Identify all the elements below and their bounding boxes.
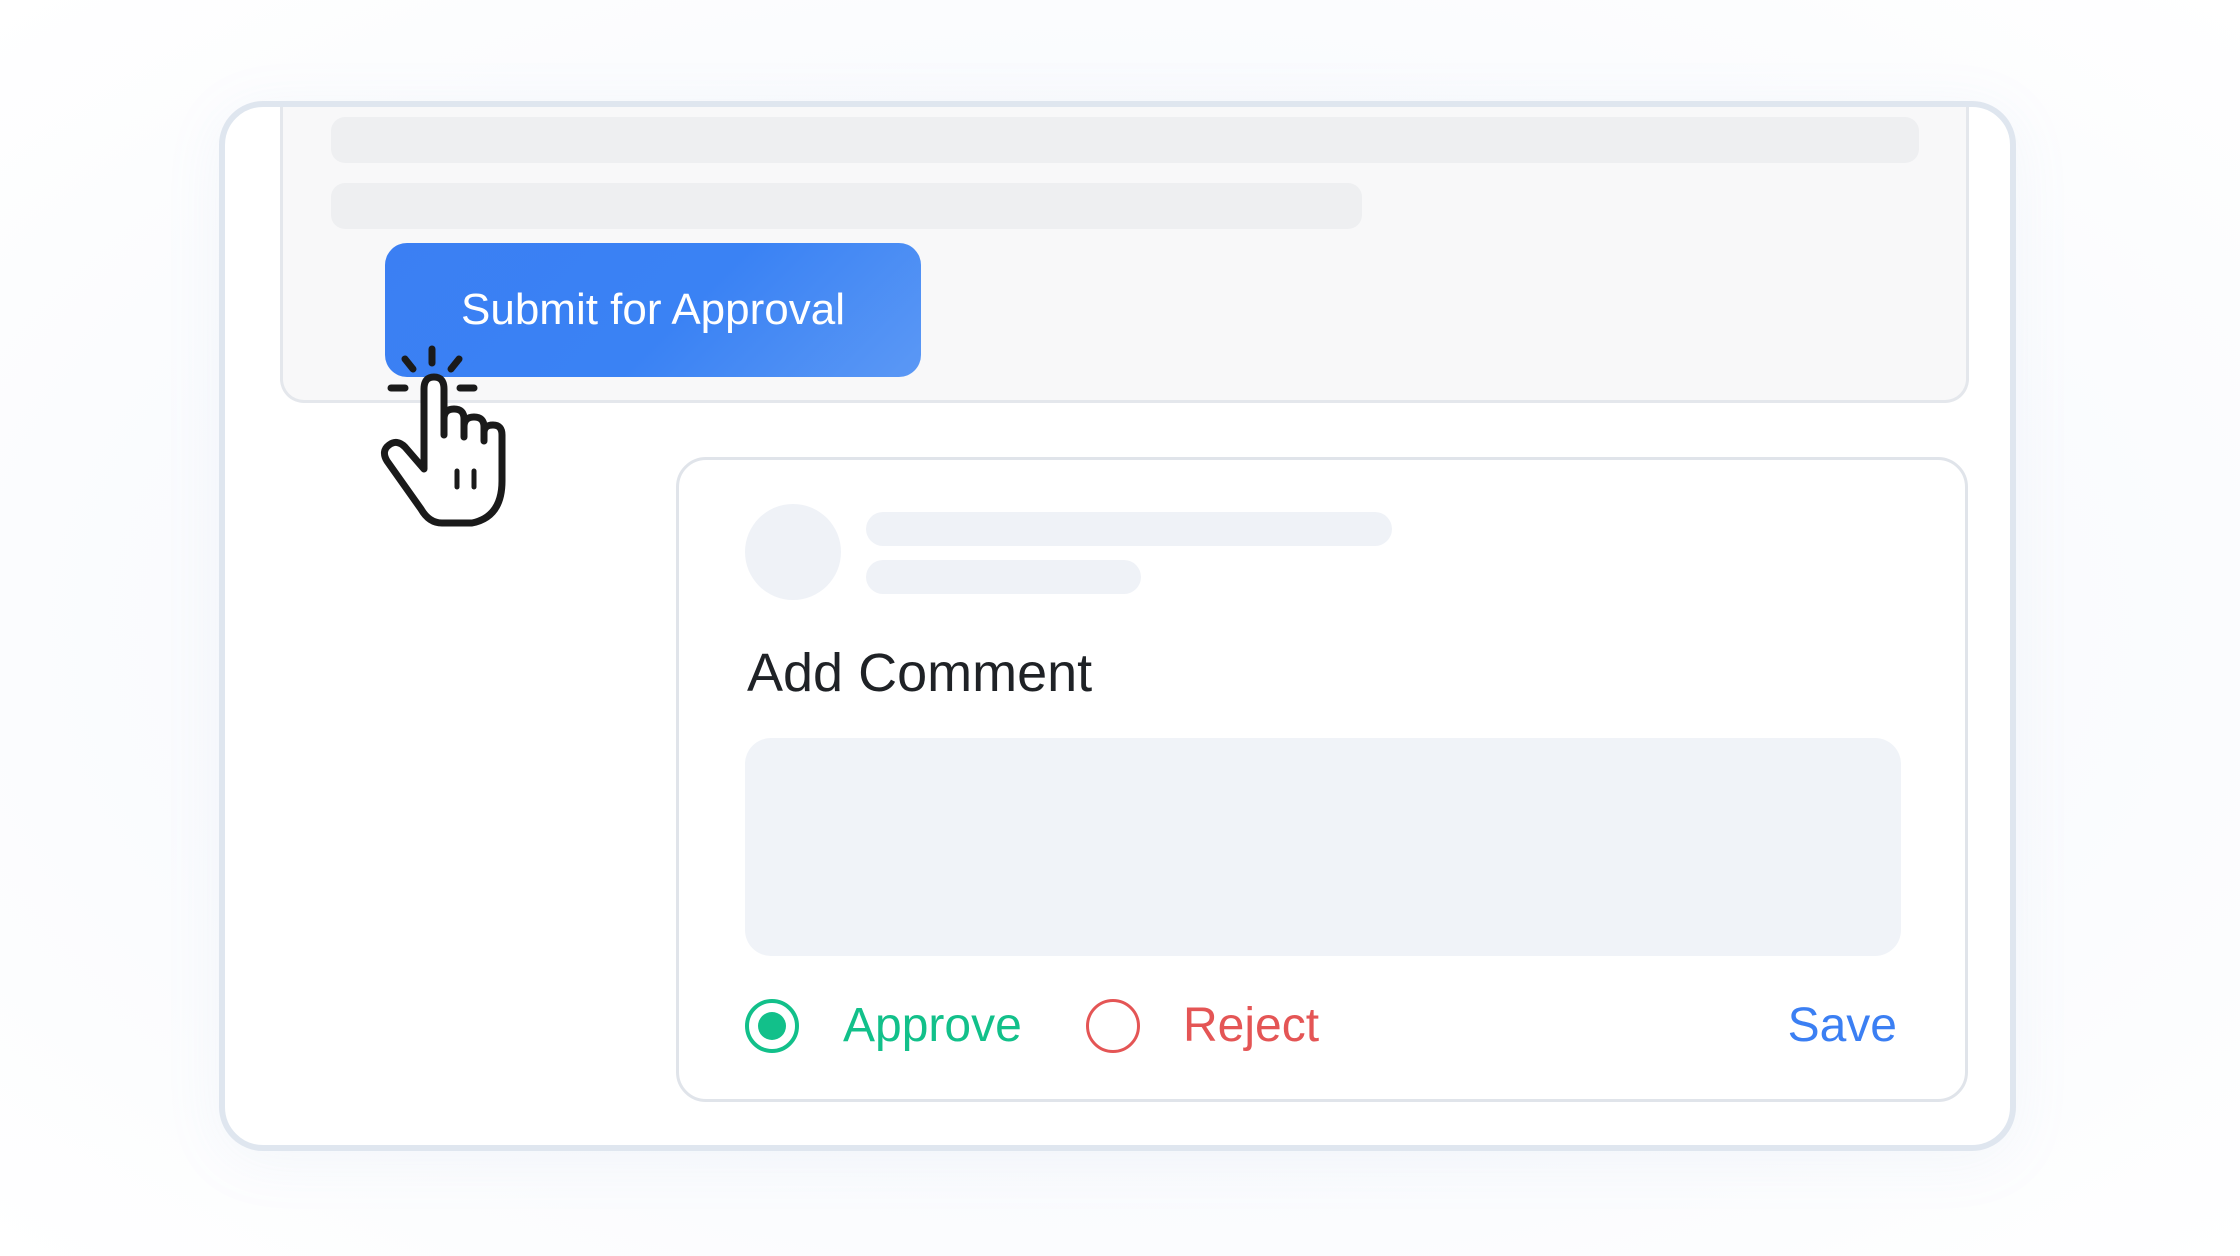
- save-button[interactable]: Save: [1788, 998, 1897, 1054]
- placeholder-line: [331, 183, 1362, 229]
- approve-radio[interactable]: [745, 999, 799, 1053]
- placeholder-line: [331, 117, 1919, 163]
- comment-card: Add Comment Approve Reject Save: [676, 457, 1968, 1102]
- avatar: [745, 504, 841, 600]
- comment-textarea[interactable]: [745, 738, 1901, 956]
- add-comment-title: Add Comment: [747, 643, 1093, 703]
- radio-selected-dot: [758, 1012, 786, 1040]
- hand-pointer-click-icon: [380, 345, 506, 527]
- canvas: Submit for Approval Add Comment Approve …: [0, 0, 2240, 1256]
- reject-label[interactable]: Reject: [1183, 998, 1319, 1054]
- placeholder-name: [866, 512, 1392, 546]
- reject-radio[interactable]: [1086, 999, 1140, 1053]
- app-window: Submit for Approval Add Comment Approve …: [219, 101, 2016, 1151]
- placeholder-subtitle: [866, 560, 1141, 594]
- approve-label[interactable]: Approve: [843, 998, 1022, 1054]
